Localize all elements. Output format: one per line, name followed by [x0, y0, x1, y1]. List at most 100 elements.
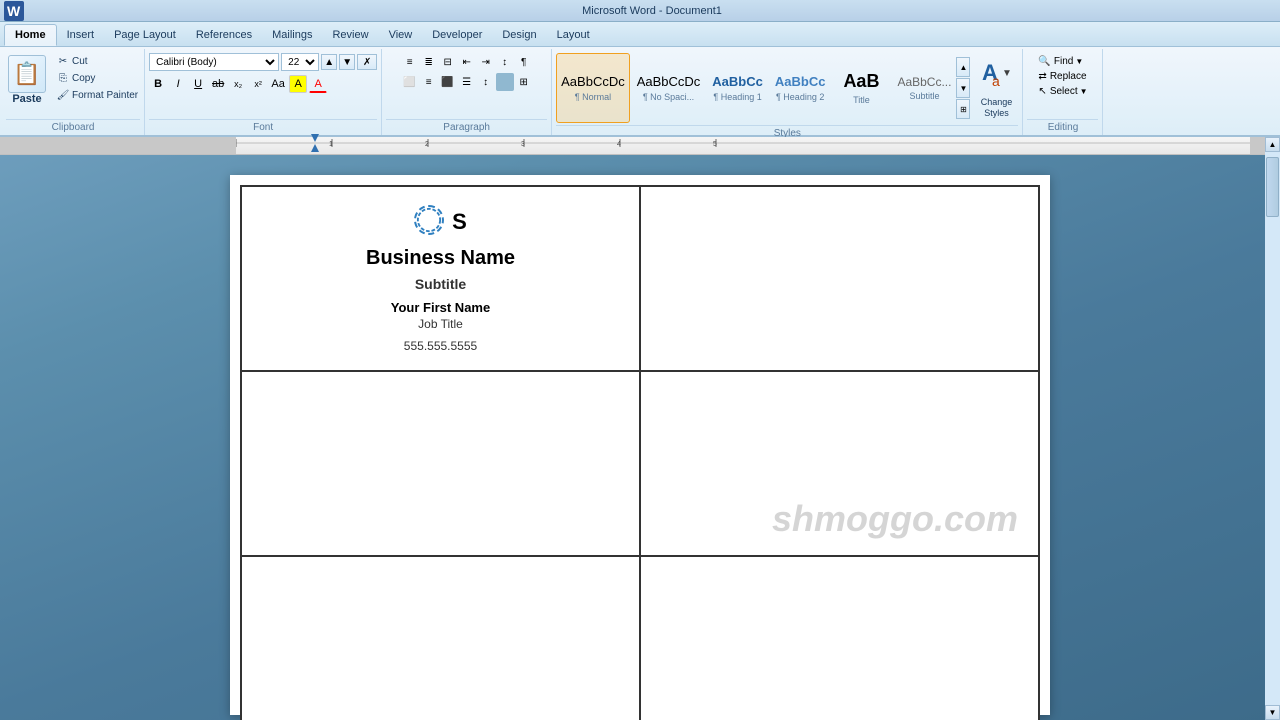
decrease-indent-button[interactable]: ⇤: [458, 53, 476, 71]
style-title-label: Title: [853, 95, 870, 105]
tab-view[interactable]: View: [379, 24, 423, 46]
tab-review[interactable]: Review: [322, 24, 378, 46]
clear-format-button[interactable]: ✗: [357, 54, 377, 70]
align-right-button[interactable]: ⬛: [439, 73, 457, 91]
style-no-spacing-preview: AaBbCcDc: [637, 74, 701, 90]
line-spacing-button[interactable]: ↕: [477, 73, 495, 91]
increase-indent-button[interactable]: ⇥: [477, 53, 495, 71]
numbered-list-button[interactable]: ≣: [420, 53, 438, 71]
multilevel-list-button[interactable]: ⊟: [439, 53, 457, 71]
clipboard-label: Clipboard: [6, 119, 140, 133]
find-icon: 🔍: [1038, 56, 1050, 67]
bold-button[interactable]: B: [149, 75, 167, 93]
tab-page-layout[interactable]: Page Layout: [104, 24, 186, 46]
svg-text:1: 1: [329, 141, 333, 148]
svg-text:4: 4: [617, 141, 621, 148]
tab-insert[interactable]: Insert: [57, 24, 105, 46]
tab-mailings[interactable]: Mailings: [262, 24, 322, 46]
word-logo: W: [4, 1, 24, 21]
font-label: Font: [149, 119, 377, 133]
select-dropdown-icon: ▼: [1080, 87, 1088, 96]
style-title[interactable]: AaB Title: [832, 53, 890, 123]
watermark: shmoggo.com: [772, 498, 1018, 540]
copy-icon: ⎘: [56, 71, 70, 85]
align-center-button[interactable]: ≡: [420, 73, 438, 91]
clipboard-small-buttons: ✂ Cut ⎘ Copy 🖌 Format Painter: [54, 53, 140, 103]
styles-gallery: AaBbCcDc ¶ Normal AaBbCcDc ¶ No Spaci...…: [556, 53, 956, 123]
font-name-row: Calibri (Body) 22 ▲ ▼ ✗: [149, 53, 377, 71]
select-button[interactable]: ↖ Select ▼: [1035, 85, 1090, 98]
style-heading1-label: ¶ Heading 1: [713, 92, 761, 102]
show-marks-button[interactable]: ¶: [515, 53, 533, 71]
style-no-spacing[interactable]: AaBbCcDc ¶ No Spaci...: [632, 53, 706, 123]
styles-expand[interactable]: ⊞: [956, 99, 970, 119]
paragraph-label: Paragraph: [386, 119, 547, 133]
shading-button[interactable]: [496, 73, 514, 91]
para-list-row: ≡ ≣ ⊟ ⇤ ⇥ ↕ ¶: [401, 53, 533, 71]
align-left-button[interactable]: ⬜: [401, 73, 419, 91]
title-bar-text: Microsoft Word - Document1: [28, 5, 1276, 17]
editing-label: Editing: [1027, 119, 1098, 133]
strikethrough-button[interactable]: ab: [209, 75, 227, 93]
paste-button[interactable]: 📋 Paste: [6, 53, 48, 107]
style-subtitle-label: Subtitle: [909, 91, 939, 101]
tab-developer[interactable]: Developer: [422, 24, 492, 46]
font-family-select[interactable]: Calibri (Body): [149, 53, 279, 71]
paste-label: Paste: [12, 93, 41, 105]
find-button[interactable]: 🔍 Find ▼: [1035, 55, 1090, 68]
style-heading2-label: ¶ Heading 2: [776, 92, 824, 102]
justify-button[interactable]: ☰: [458, 73, 476, 91]
card-cell-top-left[interactable]: S Business Name Subtitle Your First Name…: [241, 186, 640, 371]
card-cell-bottom-left: [241, 556, 640, 720]
styles-scroll-down[interactable]: ▼: [956, 78, 970, 98]
editing-group: 🔍 Find ▼ ⇄ Replace ↖ Select ▼ Editing: [1023, 49, 1103, 135]
style-heading2[interactable]: AaBbCc ¶ Heading 2: [770, 53, 831, 123]
font-shrink-button[interactable]: ▼: [339, 54, 355, 70]
borders-button[interactable]: ⊞: [515, 73, 533, 91]
underline-button[interactable]: U: [189, 75, 207, 93]
ruler-main: 1 2 3 4 5: [236, 134, 1250, 157]
vertical-scrollbar: ▲ ▼: [1265, 137, 1280, 720]
font-grow-button[interactable]: ▲: [321, 54, 337, 70]
scroll-down-button[interactable]: ▼: [1265, 705, 1280, 720]
svg-text:5: 5: [713, 141, 717, 148]
svg-text:3: 3: [521, 141, 525, 148]
replace-button[interactable]: ⇄ Replace: [1035, 70, 1090, 83]
subscript-button[interactable]: x₂: [229, 75, 247, 93]
font-size-select[interactable]: 22: [281, 53, 319, 71]
select-icon: ↖: [1038, 86, 1046, 97]
format-painter-button[interactable]: 🖌 Format Painter: [54, 87, 140, 103]
sort-button[interactable]: ↕: [496, 53, 514, 71]
copy-button[interactable]: ⎘ Copy: [54, 70, 140, 86]
scroll-up-button[interactable]: ▲: [1265, 137, 1280, 152]
highlight-button[interactable]: A: [289, 75, 307, 93]
svg-text:W: W: [7, 3, 21, 19]
font-color-button[interactable]: A: [309, 75, 327, 93]
change-styles-label: ChangeStyles: [981, 97, 1013, 119]
scroll-thumb[interactable]: [1266, 157, 1279, 217]
card-your-name: Your First Name: [391, 300, 490, 315]
card-phone: 555.555.5555: [404, 339, 477, 353]
style-normal[interactable]: AaBbCcDc ¶ Normal: [556, 53, 630, 123]
text-case-button[interactable]: Aa: [269, 75, 287, 93]
document-area: S Business Name Subtitle Your First Name…: [0, 155, 1280, 720]
cut-icon: ✂: [56, 54, 70, 68]
tab-design[interactable]: Design: [492, 24, 546, 46]
superscript-button[interactable]: x²: [249, 75, 267, 93]
tab-layout[interactable]: Layout: [547, 24, 600, 46]
tab-home[interactable]: Home: [4, 24, 57, 46]
card-s-letter: S: [452, 209, 467, 235]
cut-button[interactable]: ✂ Cut: [54, 53, 140, 69]
paragraph-group: ≡ ≣ ⊟ ⇤ ⇥ ↕ ¶ ⬜ ≡ ⬛ ☰ ↕ ⊞ Paragraph: [382, 49, 552, 135]
font-group: Calibri (Body) 22 ▲ ▼ ✗ B I U ab x₂ x² A…: [145, 49, 382, 135]
change-styles-button[interactable]: A a ▼ ChangeStyles: [974, 56, 1018, 121]
italic-button[interactable]: I: [169, 75, 187, 93]
styles-group: AaBbCcDc ¶ Normal AaBbCcDc ¶ No Spaci...…: [552, 49, 1023, 135]
style-heading1-preview: AaBbCc: [712, 74, 763, 90]
card-grid: S Business Name Subtitle Your First Name…: [240, 185, 1040, 720]
style-subtitle[interactable]: AaBbCc... Subtitle: [892, 53, 956, 123]
tab-references[interactable]: References: [186, 24, 262, 46]
bullet-list-button[interactable]: ≡: [401, 53, 419, 71]
styles-scroll-up[interactable]: ▲: [956, 57, 970, 77]
style-heading1[interactable]: AaBbCc ¶ Heading 1: [707, 53, 768, 123]
